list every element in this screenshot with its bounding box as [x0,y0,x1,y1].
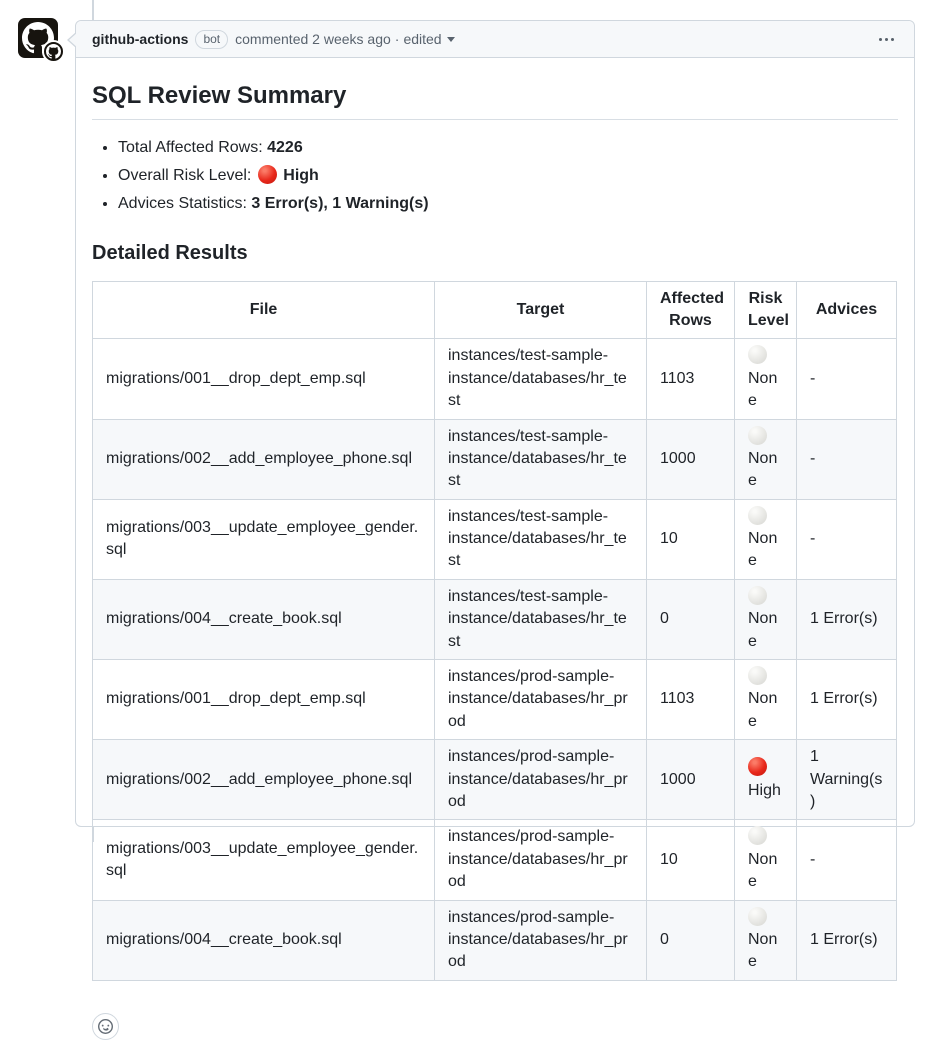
github-actions-avatar[interactable] [18,18,58,58]
advices-cell: 1 Error(s) [797,579,897,659]
add-reaction-button[interactable] [92,1013,119,1040]
table-row: migrations/003__update_employee_gender.s… [93,499,897,579]
table-row: migrations/002__add_employee_phone.sql i… [93,740,897,820]
col-header-advices: Advices [797,281,897,339]
target-cell: instances/test-sample-instance/databases… [435,339,647,419]
file-cell: migrations/001__drop_dept_emp.sql [93,660,435,740]
target-cell: instances/test-sample-instance/databases… [435,579,647,659]
col-header-file: File [93,281,435,339]
smiley-icon [98,1019,113,1034]
risk-level-cell: None [735,660,797,740]
white-circle-emoji [748,826,767,845]
comment-body: SQL Review Summary Total Affected Rows: … [76,58,914,1056]
white-circle-emoji [748,666,767,685]
target-cell: instances/prod-sample-instance/databases… [435,900,647,980]
advices-cell: - [797,499,897,579]
affected-rows-cell: 0 [647,579,735,659]
affected-rows-cell: 10 [647,499,735,579]
file-cell: migrations/003__update_employee_gender.s… [93,820,435,900]
affected-rows-cell: 1000 [647,740,735,820]
target-cell: instances/prod-sample-instance/databases… [435,660,647,740]
target-cell: instances/test-sample-instance/databases… [435,419,647,499]
target-cell: instances/prod-sample-instance/databases… [435,740,647,820]
review-summary-title: SQL Review Summary [92,82,898,120]
file-cell: migrations/004__create_book.sql [93,900,435,980]
affected-rows-cell: 1103 [647,660,735,740]
table-row: migrations/004__create_book.sql instance… [93,900,897,980]
risk-level-cell: High [735,740,797,820]
total-affected-rows-value: 4226 [267,139,303,156]
risk-level-cell: None [735,900,797,980]
risk-level-cell: None [735,339,797,419]
detailed-results-title: Detailed Results [92,242,898,265]
results-table: File Target Affected Rows Risk Level Adv… [92,281,897,981]
author-link[interactable]: github-actions [92,31,188,47]
summary-item-advices-statistics: Advices Statistics: 3 Error(s), 1 Warnin… [118,192,898,215]
overall-risk-level-value: High [283,167,319,184]
kebab-menu-button[interactable] [875,34,898,45]
risk-level-cell: None [735,579,797,659]
advices-cell: - [797,339,897,419]
edited-dropdown[interactable]: edited [403,31,454,47]
file-cell: migrations/002__add_employee_phone.sql [93,419,435,499]
col-header-affected-rows: Affected Rows [647,281,735,339]
advices-cell: - [797,419,897,499]
red-circle-emoji [258,165,277,184]
table-row: migrations/001__drop_dept_emp.sql instan… [93,660,897,740]
advices-statistics-value: 3 Error(s), 1 Warning(s) [251,195,428,212]
affected-rows-cell: 1103 [647,339,735,419]
target-cell: instances/test-sample-instance/databases… [435,499,647,579]
target-cell: instances/prod-sample-instance/databases… [435,820,647,900]
bot-avatar-badge-icon [42,40,65,63]
bot-badge: bot [195,30,228,49]
red-circle-emoji [748,757,767,776]
advices-cell: 1 Warning(s) [797,740,897,820]
file-cell: migrations/004__create_book.sql [93,579,435,659]
file-cell: migrations/003__update_employee_gender.s… [93,499,435,579]
kebab-horizontal-icon [879,38,882,41]
advices-cell: 1 Error(s) [797,660,897,740]
affected-rows-cell: 1000 [647,419,735,499]
comment-timestamp[interactable]: commented 2 weeks ago [235,31,391,47]
white-circle-emoji [748,426,767,445]
advices-cell: 1 Error(s) [797,900,897,980]
table-row: migrations/002__add_employee_phone.sql i… [93,419,897,499]
summary-item-risk-level: Overall Risk Level: High [118,164,898,187]
white-circle-emoji [748,907,767,926]
file-cell: migrations/002__add_employee_phone.sql [93,740,435,820]
table-row: migrations/003__update_employee_gender.s… [93,820,897,900]
table-row: migrations/004__create_book.sql instance… [93,579,897,659]
edited-label: edited [403,31,441,47]
risk-level-cell: None [735,499,797,579]
affected-rows-cell: 10 [647,820,735,900]
affected-rows-cell: 0 [647,900,735,980]
white-circle-emoji [748,586,767,605]
col-header-target: Target [435,281,647,339]
advices-cell: - [797,820,897,900]
white-circle-emoji [748,506,767,525]
summary-list: Total Affected Rows: 4226 Overall Risk L… [92,136,898,216]
comment-card: github-actions bot commented 2 weeks ago… [75,20,915,827]
chevron-down-icon [447,37,455,42]
meta-separator: · [395,31,400,47]
col-header-risk-level: Risk Level [735,281,797,339]
file-cell: migrations/001__drop_dept_emp.sql [93,339,435,419]
summary-item-affected-rows: Total Affected Rows: 4226 [118,136,898,159]
risk-level-cell: None [735,419,797,499]
white-circle-emoji [748,345,767,364]
table-header-row: File Target Affected Rows Risk Level Adv… [93,281,897,339]
risk-level-cell: None [735,820,797,900]
comment-header: github-actions bot commented 2 weeks ago… [76,21,914,58]
table-row: migrations/001__drop_dept_emp.sql instan… [93,339,897,419]
